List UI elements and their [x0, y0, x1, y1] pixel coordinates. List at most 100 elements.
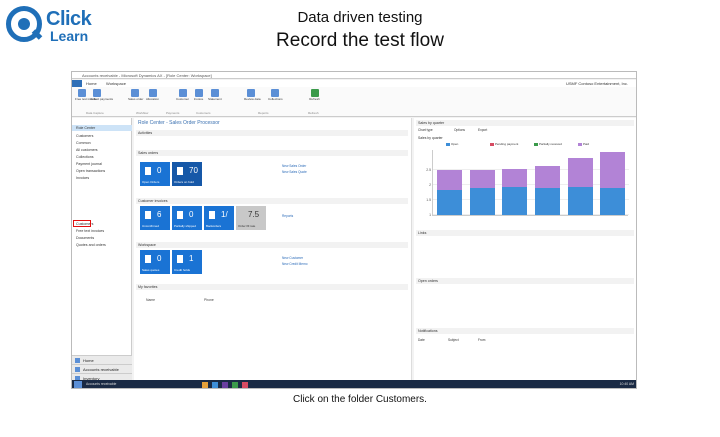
page-title: Data driven testing: [297, 9, 423, 26]
nav-item[interactable]: Open transactions: [76, 169, 105, 173]
chart-bar[interactable]: [502, 168, 528, 215]
app-screenshot: Accounts receivable - Microsoft Dynamics…: [71, 71, 637, 389]
chart-bar[interactable]: [534, 165, 560, 215]
legend-entry: Partially received: [534, 142, 562, 146]
section-header[interactable]: Activities: [136, 130, 408, 136]
visual-studio-icon[interactable]: [222, 382, 228, 388]
app-icon[interactable]: [242, 382, 248, 388]
nav-item-role-center[interactable]: Role Center: [76, 126, 95, 130]
right-panel: Sales by quarter Chart type Options Expo…: [414, 118, 636, 380]
kpi-tile[interactable]: 0 Open Orders: [140, 162, 170, 186]
excel-icon[interactable]: [232, 382, 238, 388]
link[interactable]: New Credit Memo: [282, 262, 308, 266]
bar-segment-open: [567, 186, 593, 215]
collections-icon: [270, 89, 279, 97]
chart-toolbar-item[interactable]: Export: [478, 128, 487, 132]
bar-segment-paid: [502, 168, 528, 187]
chart-toolbar-item[interactable]: Chart type: [418, 128, 433, 132]
section-header[interactable]: Sales orders: [136, 150, 408, 156]
ie-icon[interactable]: [212, 382, 218, 388]
legend-entry: Pending payment: [490, 142, 518, 146]
nav-item[interactable]: Free text invoices: [76, 229, 104, 233]
refresh-button[interactable]: Refresh: [308, 89, 321, 101]
y-tick-label: 1.5: [426, 198, 431, 202]
collect-payments-icon: [92, 89, 101, 97]
panel-header[interactable]: Sales by quarter: [416, 120, 634, 126]
nav-button-accounts-receivable[interactable]: Accounts receivable: [72, 364, 132, 373]
link[interactable]: New Customer: [282, 256, 303, 260]
file-tab[interactable]: [72, 80, 82, 87]
column-header[interactable]: Date: [418, 338, 425, 342]
window-titlebar: Accounts receivable - Microsoft Dynamics…: [72, 72, 636, 79]
chart-bar[interactable]: [436, 170, 462, 215]
ribbon-button[interactable]: Sales order: [128, 89, 143, 101]
nav-item[interactable]: Invoices: [76, 176, 89, 180]
column-header[interactable]: From: [478, 338, 485, 342]
ribbon-button[interactable]: Free text invoice: [75, 89, 97, 101]
company-label: USMF Contoso Entertainment, Inc.: [565, 81, 628, 86]
breadcrumb: Role Center - Sales Order Processor: [138, 120, 220, 126]
link[interactable]: New Sales Quote: [282, 170, 307, 174]
chart-toolbar-item[interactable]: Options: [454, 128, 465, 132]
bar-segment-paid: [567, 158, 593, 187]
kpi-tile[interactable]: 7.5 Order fill rate: [236, 206, 266, 230]
column-header[interactable]: Subject: [448, 338, 459, 342]
chart-bar[interactable]: [567, 158, 593, 215]
ribbon-button[interactable]: Statement: [208, 89, 222, 101]
chart-bar[interactable]: [600, 152, 626, 215]
workspace: Role Center - Sales Order Processor Acti…: [134, 118, 412, 380]
tab-workspace[interactable]: Workspace: [106, 81, 126, 86]
nav-item[interactable]: Common: [76, 141, 91, 145]
section-header[interactable]: My favorites: [136, 284, 408, 290]
kpi-tile[interactable]: 0 Partially shipped: [172, 206, 202, 230]
nav-item[interactable]: Customers: [76, 134, 93, 138]
invoice-icon: [194, 89, 203, 97]
bar-segment-paid: [436, 170, 462, 190]
grid-header-phone[interactable]: Phone: [204, 298, 214, 302]
sales-chart: Sales by quarter Open Pending payment Part…: [416, 136, 634, 226]
taskbar-clock: 10:40 AM: [619, 382, 634, 386]
panel-header[interactable]: Notifications: [416, 328, 634, 334]
kpi-tile[interactable]: 1/Backorders: [204, 206, 234, 230]
ribbon-button[interactable]: Customer: [176, 89, 189, 101]
tab-home[interactable]: Home: [86, 81, 97, 86]
document-icon: [209, 211, 215, 219]
panel-header[interactable]: Links: [416, 230, 634, 236]
nav-item[interactable]: All customers: [76, 148, 98, 152]
sales-order-icon: [130, 89, 139, 97]
kpi-tile[interactable]: 6 Unconfirmed: [140, 206, 170, 230]
nav-button-home[interactable]: Home: [72, 355, 132, 364]
grid-header-name[interactable]: Name: [146, 298, 155, 302]
taskbar-active-window[interactable]: Accounts receivable: [86, 382, 116, 386]
folder-icon[interactable]: [202, 382, 208, 388]
ribbon-button[interactable]: Collections: [268, 89, 283, 101]
customer-icon: [178, 89, 187, 97]
kpi-tile[interactable]: 1 Credit holds: [172, 250, 202, 274]
statement-icon: [210, 89, 219, 97]
nav-item[interactable]: Payment journal: [76, 162, 102, 166]
link[interactable]: Reports: [282, 214, 293, 218]
nav-item[interactable]: Quotes and orders: [76, 243, 106, 247]
ribbon: Free text invoice Collect payments Sales…: [72, 87, 636, 117]
legend-entry: Open: [446, 142, 458, 146]
windows-taskbar: Accounts receivable 10:40 AM: [72, 380, 636, 388]
ribbon-tabs: Home Workspace USMF Contoso Entertainmen…: [72, 80, 636, 87]
nav-item[interactable]: Documents: [76, 236, 94, 240]
free-text-invoice-icon: [77, 89, 86, 97]
nav-item[interactable]: Collections: [76, 155, 94, 159]
ribbon-button[interactable]: Review data: [244, 89, 261, 101]
kpi-tile[interactable]: 0 Sales quotes: [140, 250, 170, 274]
kpi-tile[interactable]: 70 Orders on hold: [172, 162, 202, 186]
ribbon-button[interactable]: Collect payments: [90, 89, 113, 101]
section-header[interactable]: Workspace: [136, 242, 408, 248]
section-header[interactable]: Customer invoices: [136, 198, 408, 204]
y-tick-label: 2.5: [426, 168, 431, 172]
start-button[interactable]: [74, 381, 82, 388]
y-tick-label: 2: [429, 183, 431, 187]
ribbon-button[interactable]: Invoice: [192, 89, 205, 101]
ribbon-button[interactable]: Allocation: [146, 89, 159, 101]
document-icon: [145, 167, 151, 175]
panel-header[interactable]: Open orders: [416, 278, 634, 284]
chart-bar[interactable]: [469, 170, 495, 215]
link[interactable]: New Sales Order: [282, 164, 306, 168]
